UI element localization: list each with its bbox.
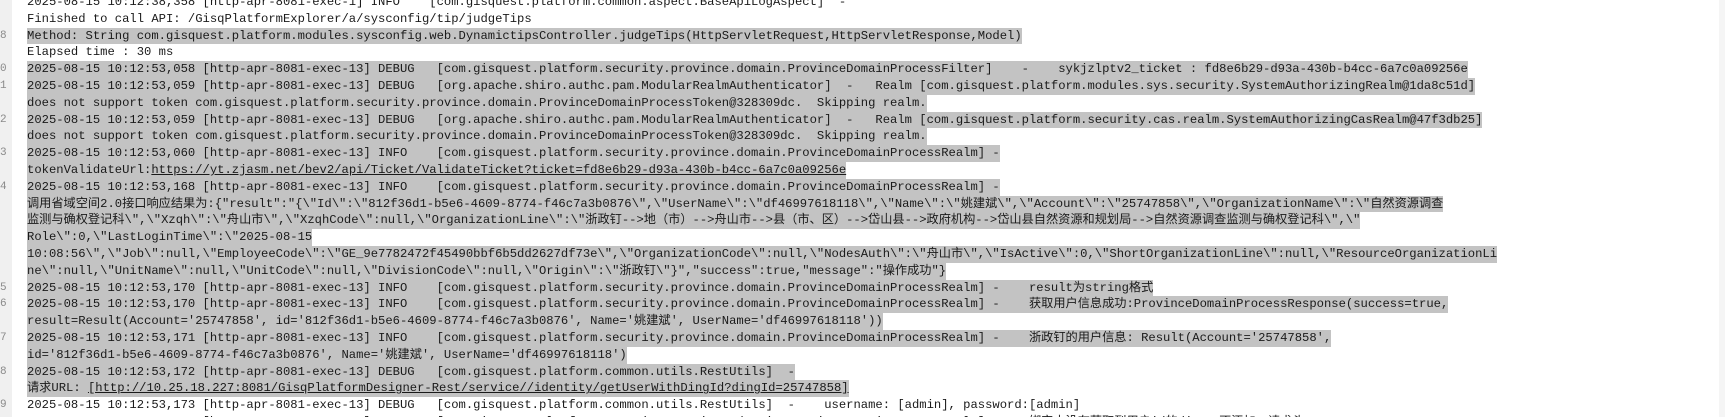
- line-number: 1: [0, 79, 7, 92]
- log-line-text[interactable]: 10:08:56\",\"Job\":null,\"EmployeeCode\"…: [27, 245, 1498, 263]
- log-line-text[interactable]: 2025-08-15 10:12:53,170 [http-apr-8081-e…: [27, 279, 1154, 297]
- log-line-text[interactable]: result=Result(Account='25747858', id='81…: [27, 313, 883, 330]
- log-text-segment: 2025-08-15 10:12:53,059 [http-apr-8081-e…: [27, 112, 1483, 127]
- log-url-link[interactable]: [http://10.25.18.227:8081/GisqPlatformDe…: [88, 381, 849, 395]
- log-line-text[interactable]: 2025-08-15 10:12:53,172 [http-apr-8081-e…: [27, 363, 795, 381]
- log-text-segment: 2025-08-15 10:12:53,168 [http-apr-8081-e…: [27, 179, 1000, 194]
- log-line-text[interactable]: tokenValidateUrl:https://yt.zjasm.net/be…: [27, 161, 847, 179]
- log-line-text[interactable]: Method: String com.gisquest.platform.mod…: [27, 27, 1022, 45]
- log-url-link[interactable]: https://yt.zjasm.net/bev2/api/Ticket/Val…: [151, 163, 846, 177]
- log-text-segment: 监测与确权登记科\",\"Xzqh\":\"舟山市\",\"XzqhCode\"…: [27, 213, 1361, 228]
- log-line-text[interactable]: 2025-08-15 10:12:53,060 [http-apr-8081-e…: [27, 145, 1000, 162]
- log-text-segment: 2025-08-15 10:12:53,171 [http-apr-8081-e…: [27, 330, 1332, 345]
- log-text-segment: 2025-08-15 10:12:53,173 [http-apr-8081-e…: [27, 398, 1081, 413]
- log-text-segment: 调用省域空间2.0接口响应结果为:{"result":"{\"Id\":\"81…: [27, 196, 1444, 211]
- log-text-segment: Method: String com.gisquest.platform.mod…: [27, 28, 1022, 43]
- log-line-text[interactable]: ne\":null,\"UnitName\":null,\"UnitCode\"…: [27, 262, 947, 280]
- log-line-text[interactable]: 2025-08-15 10:12:53,168 [http-apr-8081-e…: [27, 178, 1000, 196]
- line-number: 6: [0, 298, 7, 311]
- log-text-segment: Role\":0,\"LastLoginTime\":\"2025-08-15: [27, 230, 313, 245]
- log-line-text[interactable]: 调用省域空间2.0接口响应结果为:{"result":"{\"Id\":\"81…: [27, 195, 1444, 213]
- log-text-segment: Finished to call API: /GisqPlatformExplo…: [27, 11, 532, 26]
- log-line-text[interactable]: 2025-08-15 10:12:53,058 [http-apr-8081-e…: [27, 61, 1468, 78]
- line-number: 8: [0, 29, 7, 42]
- log-text-segment: 请求URL:: [27, 381, 88, 396]
- log-text-segment: 2025-08-15 10:12:38,358 [http-apr-8081-e…: [27, 0, 847, 9]
- line-number: 8: [0, 365, 7, 378]
- log-line-text[interactable]: Finished to call API: /GisqPlatformExplo…: [27, 11, 532, 28]
- log-text-segment: 10:08:56\",\"Job\":null,\"EmployeeCode\"…: [27, 246, 1498, 261]
- log-text-segment: 2025-08-15 10:12:53,172 [http-apr-8081-e…: [27, 364, 795, 379]
- log-text-segment: ne\":null,\"UnitName\":null,\"UnitCode\"…: [27, 263, 947, 278]
- log-line-text[interactable]: 请求URL: [http://10.25.18.227:8081/GisqPla…: [27, 380, 849, 398]
- line-number: 7: [0, 331, 7, 344]
- log-text-segment: result=Result(Account='25747858', id='81…: [27, 314, 883, 329]
- log-line-text[interactable]: does not support token com.gisquest.plat…: [27, 94, 927, 112]
- log-line-text[interactable]: 2025-08-15 10:12:53,170 [http-apr-8081-e…: [27, 296, 1449, 314]
- log-line-text[interactable]: 监测与确权登记科\",\"Xzqh\":\"舟山市\",\"XzqhCode\"…: [27, 212, 1361, 230]
- log-editor[interactable]: 2025-08-15 10:12:38,358 [http-apr-8081-e…: [0, 0, 1725, 417]
- log-text-segment: does not support token com.gisquest.plat…: [27, 129, 927, 144]
- vertical-scrollbar[interactable]: [1719, 0, 1725, 417]
- log-line-text[interactable]: Role\":0,\"LastLoginTime\":\"2025-08-15: [27, 229, 313, 246]
- log-line-text[interactable]: id='812f36d1-b5e6-4609-8774-f46c7a3b0876…: [27, 346, 627, 364]
- line-number: 3: [0, 147, 7, 160]
- log-line-text[interactable]: 2025-08-15 10:12:53,059 [http-apr-8081-e…: [27, 111, 1483, 129]
- line-number: 9: [0, 399, 7, 412]
- log-text-segment: 2025-08-15 10:12:53,170 [http-apr-8081-e…: [27, 280, 1154, 295]
- line-number: 4: [0, 180, 7, 193]
- line-number: 0: [0, 63, 7, 76]
- log-line-text[interactable]: 2025-08-15 10:12:53,171 [http-apr-8081-e…: [27, 329, 1332, 347]
- log-line-text[interactable]: does not support token com.gisquest.plat…: [27, 128, 927, 146]
- log-line-text[interactable]: 2025-08-15 10:12:53,059 [http-apr-8081-e…: [27, 77, 1476, 95]
- log-line-text[interactable]: 2025-08-15 10:12:38,358 [http-apr-8081-e…: [27, 0, 846, 11]
- log-text-segment: 2025-08-15 10:12:53,058 [http-apr-8081-e…: [27, 62, 1468, 77]
- log-text-segment: 2025-08-15 10:12:53,059 [http-apr-8081-e…: [27, 78, 1476, 93]
- line-number: 5: [0, 281, 7, 294]
- line-number: 2: [0, 113, 7, 126]
- log-line-text[interactable]: Elapsed time : 30 ms: [27, 44, 173, 61]
- log-text-segment: 2025-08-15 10:12:53,170 [http-apr-8081-e…: [27, 297, 1449, 312]
- log-text-segment: does not support token com.gisquest.plat…: [27, 95, 927, 110]
- log-text-segment: 2025-08-15 10:12:53,060 [http-apr-8081-e…: [27, 146, 1000, 161]
- log-line-text[interactable]: 2025-08-15 10:12:53,173 [http-apr-8081-e…: [27, 397, 1080, 414]
- log-text-segment: Elapsed time : 30 ms: [27, 45, 174, 60]
- log-text-segment: tokenValidateUrl:: [27, 162, 152, 177]
- log-text-segment: id='812f36d1-b5e6-4609-8774-f46c7a3b0876…: [27, 347, 627, 362]
